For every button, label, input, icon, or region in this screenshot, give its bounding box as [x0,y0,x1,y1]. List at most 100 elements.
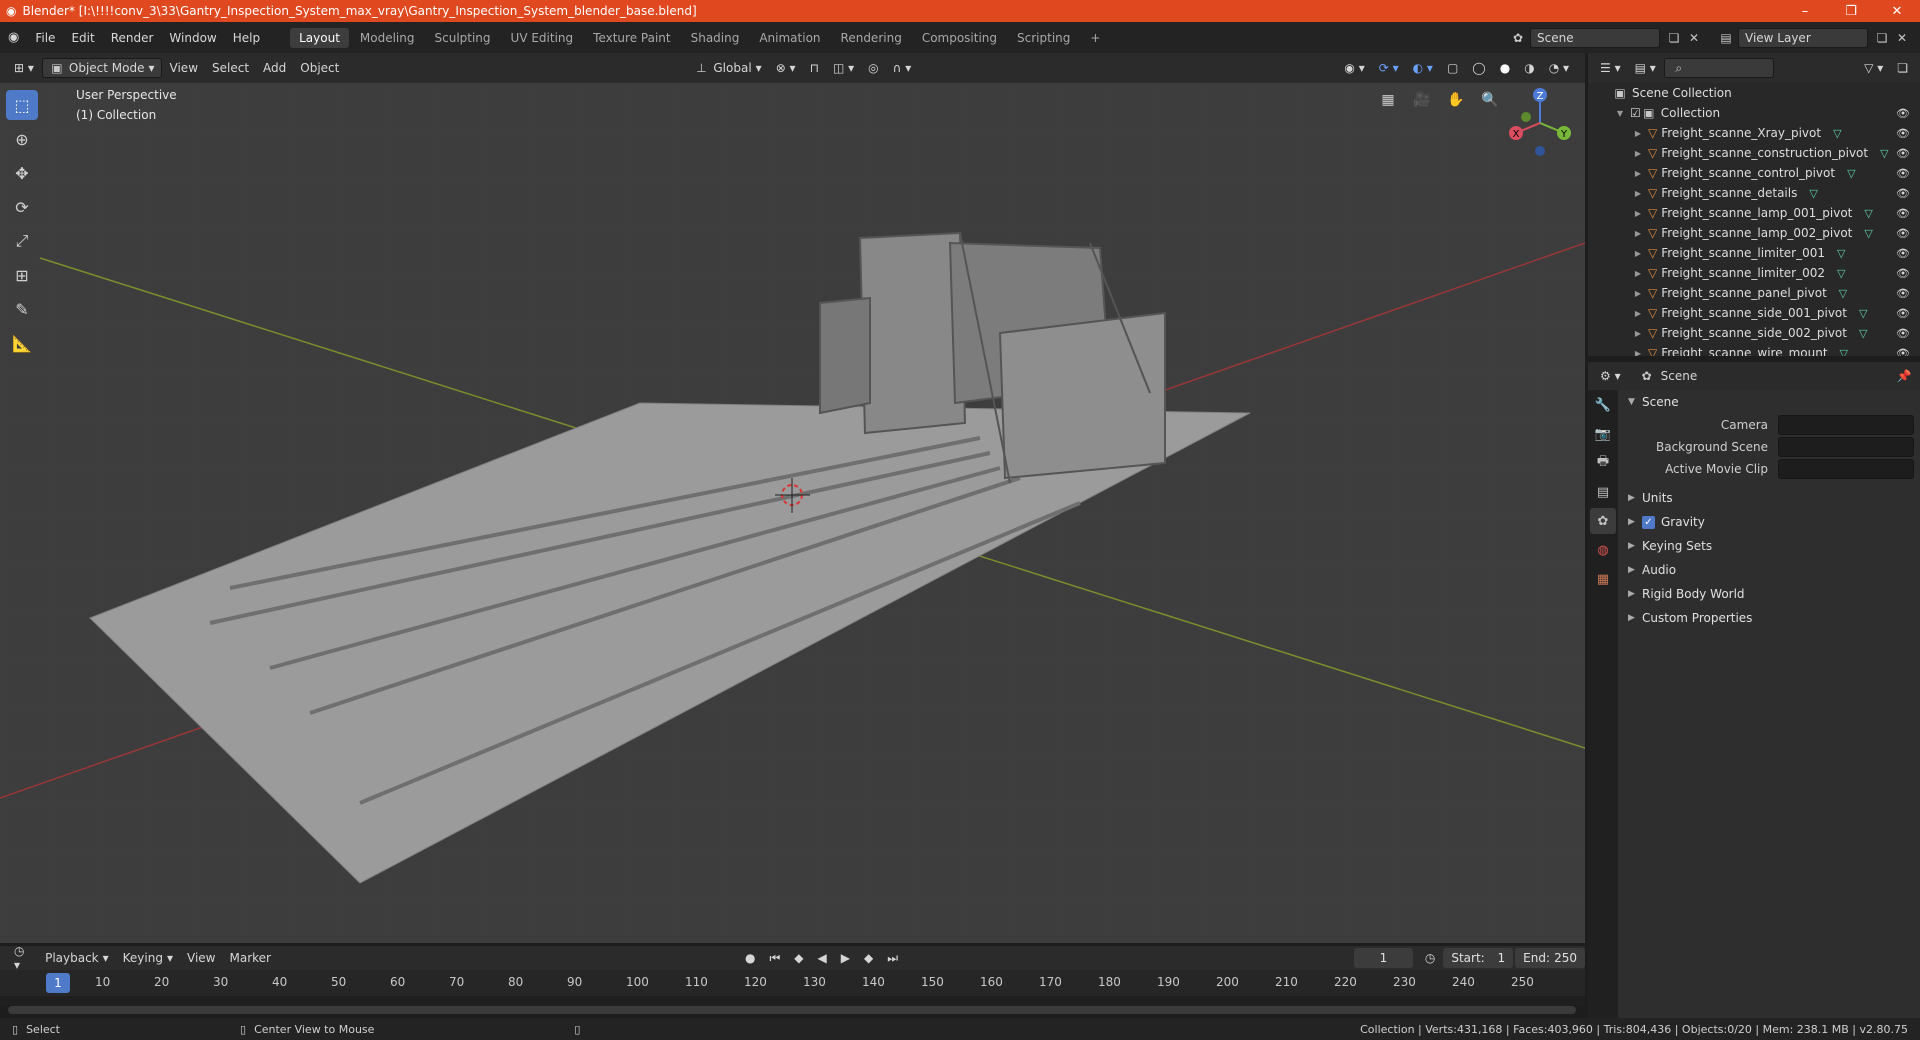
delete-scene-icon[interactable]: ✕ [1686,31,1702,45]
tab-uv-editing[interactable]: UV Editing [502,28,583,48]
mesh-data-icon[interactable]: ▽ [1859,327,1867,340]
record-icon[interactable]: ● [739,949,761,967]
mode-selector[interactable]: ▣ Object Mode ▾ [41,58,162,78]
playhead[interactable]: 1 [46,973,70,993]
keying-sets-expand-icon[interactable]: ▶ [1628,541,1642,551]
menu-window[interactable]: Window [161,31,224,45]
rigid-body-expand-icon[interactable]: ▶ [1628,589,1642,599]
render-tab-icon[interactable]: 📷 [1590,421,1616,447]
mesh-data-icon[interactable]: ▽ [1809,187,1817,200]
visibility-eye-icon[interactable]: 👁 [1896,287,1910,300]
visibility-eye-icon[interactable]: 👁 [1896,227,1910,240]
outliner-object-row[interactable]: ▶ ▽ Freight_scanne_lamp_001_pivot ▽ 👁 [1588,203,1920,223]
jump-end-icon[interactable]: ⏭ [881,949,904,968]
visibility-eye-icon[interactable]: 👁 [1896,247,1910,260]
cursor-tool-icon[interactable]: ⊕ [6,124,38,154]
wireframe-shading-icon[interactable]: ◯ [1466,59,1491,77]
menu-view[interactable]: View [164,59,204,77]
units-panel[interactable]: ▶ Units [1618,486,1920,510]
mesh-data-icon[interactable]: ▽ [1837,247,1845,260]
object-expand-icon[interactable]: ▶ [1632,129,1644,138]
orientation-selector[interactable]: ⊥ Global ▾ [687,59,767,77]
camera-view-icon[interactable]: 🎥 [1408,86,1436,114]
editor-type-icon[interactable]: ⊞ ▾ [8,59,40,77]
end-frame-field[interactable]: End: 250 [1515,948,1585,968]
object-expand-icon[interactable]: ▶ [1632,169,1644,178]
new-scene-icon[interactable]: ❏ [1666,31,1682,45]
scene-panel-expand-icon[interactable]: ▼ [1628,397,1642,407]
object-expand-icon[interactable]: ▶ [1632,209,1644,218]
menu-select[interactable]: Select [206,59,255,77]
menu-playback[interactable]: Playback ▾ [39,949,115,967]
mesh-data-icon[interactable]: ▽ [1859,307,1867,320]
grid-view-icon[interactable]: ▦ [1374,86,1402,114]
output-tab-icon[interactable]: 🖶 [1590,450,1616,476]
maximize-button[interactable]: ❐ [1828,4,1874,19]
visibility-eye-icon[interactable]: 👁 [1896,107,1910,120]
collection-expand-icon[interactable]: ▼ [1614,109,1626,118]
gravity-panel[interactable]: ▶ ✓ Gravity [1618,510,1920,534]
tool-tab-icon[interactable]: 🔧 [1590,392,1616,418]
proportional-edit-icon[interactable]: ◎ [862,59,884,77]
collection-checkbox[interactable]: ☑ [1630,106,1641,120]
menu-render[interactable]: Render [103,31,162,45]
menu-object[interactable]: Object [294,59,345,77]
object-expand-icon[interactable]: ▶ [1632,309,1644,318]
tab-scripting[interactable]: Scripting [1008,28,1079,48]
pivot-icon[interactable]: ⊗ ▾ [770,59,802,77]
scene-collection-row[interactable]: ▣ Scene Collection [1588,83,1920,103]
units-expand-icon[interactable]: ▶ [1628,493,1642,503]
outliner-search-input[interactable]: ⌕ [1663,58,1774,78]
scale-tool-icon[interactable]: ⤢ [6,226,38,256]
gravity-expand-icon[interactable]: ▶ [1628,517,1642,527]
outliner-object-row[interactable]: ▶ ▽ Freight_scanne_limiter_001 ▽ 👁 [1588,243,1920,263]
minimize-button[interactable]: – [1782,4,1828,19]
overlay-toggle-icon[interactable]: ◐ ▾ [1407,59,1439,77]
visibility-eye-icon[interactable]: 👁 [1896,127,1910,140]
prev-keyframe-icon[interactable]: ◆ [788,949,809,967]
tab-rendering[interactable]: Rendering [832,28,911,48]
outliner-object-row[interactable]: ▶ ▽ Freight_scanne_limiter_002 ▽ 👁 [1588,263,1920,283]
keying-sets-panel[interactable]: ▶ Keying Sets [1618,534,1920,558]
falloff-icon[interactable]: ∩ ▾ [887,59,918,77]
view-layer-tab-icon[interactable]: ▤ [1590,479,1616,505]
object-expand-icon[interactable]: ▶ [1632,349,1644,357]
mesh-data-icon[interactable]: ▽ [1864,207,1872,220]
xray-icon[interactable]: ▢ [1441,59,1464,77]
object-expand-icon[interactable]: ▶ [1632,249,1644,258]
visibility-eye-icon[interactable]: 👁 [1896,147,1910,160]
solid-shading-icon[interactable]: ● [1494,59,1516,77]
menu-keying[interactable]: Keying ▾ [117,949,179,967]
outliner-object-row[interactable]: ▶ ▽ Freight_scanne_control_pivot ▽ 👁 [1588,163,1920,183]
scene-selector[interactable]: Scene [1530,27,1660,48]
mesh-data-icon[interactable]: ▽ [1880,147,1888,160]
outliner-object-row[interactable]: ▶ ▽ Freight_scanne_side_002_pivot ▽ 👁 [1588,323,1920,343]
active-movie-clip-field[interactable] [1778,459,1914,479]
visibility-eye-icon[interactable]: 👁 [1896,307,1910,320]
object-expand-icon[interactable]: ▶ [1632,149,1644,158]
menu-timeline-view[interactable]: View [181,949,221,967]
outliner-object-row[interactable]: ▶ ▽ Freight_scanne_side_001_pivot ▽ 👁 [1588,303,1920,323]
annotate-tool-icon[interactable]: ✎ [6,294,38,324]
outliner-object-row[interactable]: ▶ ▽ Freight_scanne_wire_mount ▽ 👁 [1588,343,1920,356]
jump-start-icon[interactable]: ⏮ [763,949,786,968]
3d-viewport[interactable] [0,83,1585,943]
outliner-object-row[interactable]: ▶ ▽ Freight_scanne_Xray_pivot ▽ 👁 [1588,123,1920,143]
timeline-scrollbar[interactable] [8,1006,1576,1014]
menu-marker[interactable]: Marker [223,949,276,967]
object-expand-icon[interactable]: ▶ [1632,289,1644,298]
transform-tool-icon[interactable]: ⊞ [6,260,38,290]
object-expand-icon[interactable]: ▶ [1632,269,1644,278]
view-layer-selector[interactable]: View Layer [1738,27,1868,48]
tab-sculpting[interactable]: Sculpting [426,28,500,48]
select-box-tool-icon[interactable]: ⬚ [6,90,38,120]
object-expand-icon[interactable]: ▶ [1632,329,1644,338]
navigation-gizmo[interactable]: Z Y X [1500,83,1580,163]
rotate-tool-icon[interactable]: ⟳ [6,192,38,222]
tab-texture-paint[interactable]: Texture Paint [584,28,679,48]
object-expand-icon[interactable]: ▶ [1632,189,1644,198]
play-icon[interactable]: ▶ [835,949,856,967]
menu-help[interactable]: Help [225,31,268,45]
visibility-icon[interactable]: ◉ ▾ [1338,59,1370,77]
visibility-eye-icon[interactable]: 👁 [1896,327,1910,340]
